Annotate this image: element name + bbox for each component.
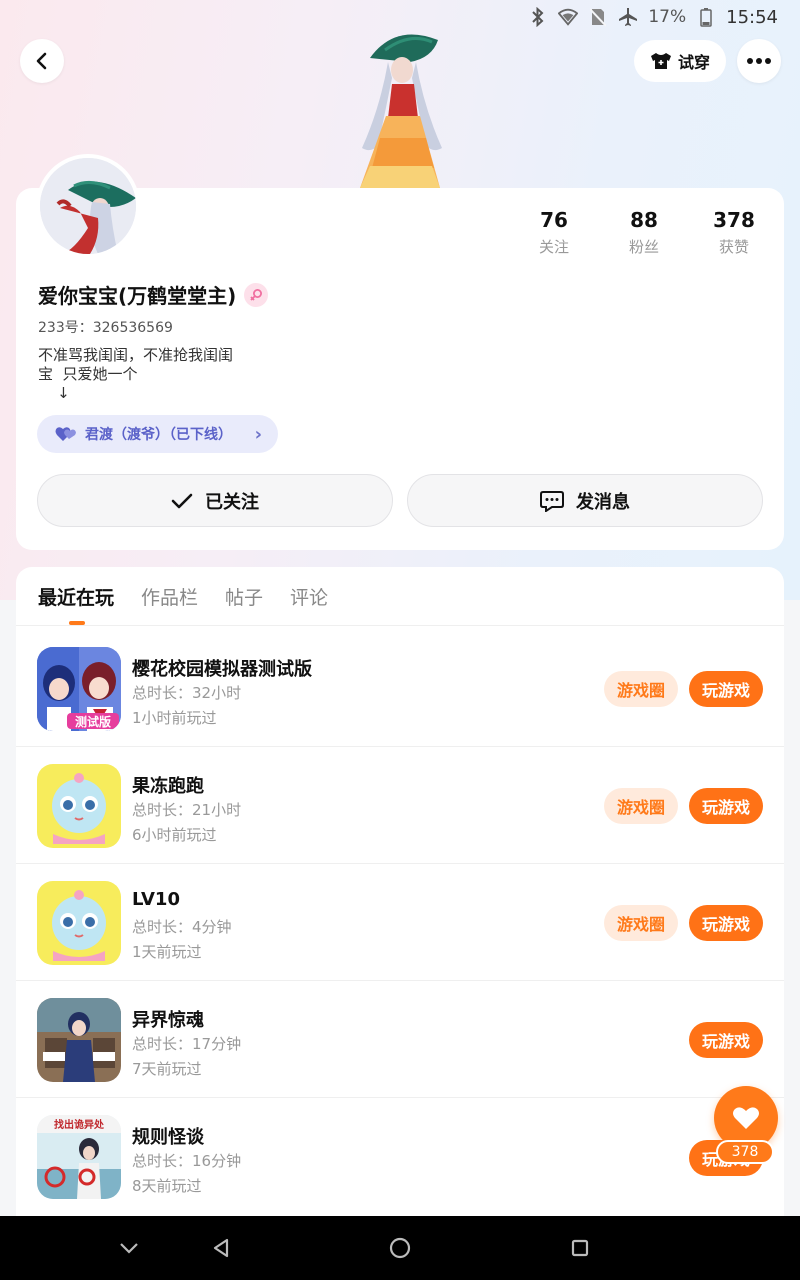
game-icon-jelly-run (37, 764, 121, 848)
play-game-button[interactable]: 玩游戏 (689, 671, 763, 707)
game-last-played: 1天前玩过 (132, 943, 202, 961)
heart-icon (733, 1107, 759, 1129)
play-game-button[interactable]: 玩游戏 (689, 1022, 763, 1058)
game-last-played: 7天前玩过 (132, 1060, 202, 1078)
game-title: LV10 (132, 889, 180, 910)
clock: 15:54 (726, 6, 778, 28)
try-on-button[interactable]: 试穿 (634, 40, 726, 82)
stat-following[interactable]: 76 关注 (514, 208, 594, 257)
game-row[interactable]: 测试版 樱花校园模拟器测试版 总时长：32小时 1小时前玩过 游戏圈 玩游戏 (16, 630, 784, 747)
message-label: 发消息 (576, 491, 630, 513)
nav-recents-button[interactable] (568, 1236, 592, 1260)
stat-following-label: 关注 (538, 238, 569, 256)
message-button[interactable]: 发消息 (407, 474, 763, 527)
game-last-played: 1小时前玩过 (132, 709, 217, 727)
costume-figure-image[interactable] (340, 28, 460, 188)
stat-fans-value: 88 (630, 208, 658, 232)
stat-fans[interactable]: 88 粉丝 (604, 208, 684, 257)
chevron-left-icon (36, 52, 47, 70)
battery-icon (696, 7, 716, 27)
like-count: 378 (716, 1140, 774, 1164)
game-duration: 总时长：4分钟 (132, 918, 232, 936)
back-button[interactable] (20, 39, 64, 83)
triangle-back-icon (213, 1238, 229, 1258)
no-sim-icon (588, 7, 608, 27)
nav-collapse-button[interactable] (117, 1236, 141, 1260)
tabs-divider (16, 625, 784, 626)
followed-label: 已关注 (205, 491, 259, 513)
game-title: 异界惊魂 (132, 1010, 204, 1031)
game-duration: 总时长：21小时 (132, 801, 242, 819)
airplane-icon (618, 7, 638, 27)
tab-bar: 最近在玩 作品栏 帖子 评论 (38, 583, 328, 610)
wifi-icon (558, 7, 579, 27)
game-duration: 总时长：16分钟 (132, 1152, 242, 1170)
battery-percent: 17% (648, 7, 687, 27)
game-duration: 总时长：32小时 (132, 684, 242, 702)
followed-button[interactable]: 已关注 (37, 474, 393, 527)
nav-back-button[interactable] (209, 1236, 233, 1260)
avatar[interactable] (36, 154, 140, 258)
game-row[interactable]: 找出诡异处 规则怪谈 总时长：16分钟 8天前玩过 玩游戏 (16, 1098, 784, 1215)
check-icon (171, 493, 193, 508)
double-heart-icon (55, 427, 76, 441)
female-icon (244, 282, 269, 307)
square-recents-icon (571, 1239, 589, 1257)
game-last-played: 8天前玩过 (132, 1177, 202, 1195)
game-icon-rules-horror: 找出诡异处 (37, 1115, 121, 1199)
cp-chip-label: 君渡（渡爷）（已下线） (85, 427, 232, 443)
cp-relationship-chip[interactable]: 君渡（渡爷）（已下线） › (37, 415, 278, 453)
sakura-badge-text: 测试版 (75, 714, 111, 729)
chevron-down-icon (120, 1243, 138, 1254)
stat-fans-label: 粉丝 (628, 238, 659, 256)
stat-likes-value: 378 (713, 208, 755, 232)
game-circle-button[interactable]: 游戏圈 (604, 788, 678, 824)
game-icon-sakura: 测试版 (37, 647, 121, 731)
game-title: 果冻跑跑 (132, 776, 204, 797)
game-circle-button[interactable]: 游戏圈 (604, 671, 678, 707)
game-title: 樱花校园模拟器测试版 (132, 659, 312, 680)
game-icon-otherworld (37, 998, 121, 1082)
username: 爱你宝宝(万鹤堂堂主) (38, 284, 237, 308)
stat-likes-label: 获赞 (718, 238, 749, 256)
game-duration: 总时长：17分钟 (132, 1035, 242, 1053)
game-last-played: 6小时前玩过 (132, 826, 217, 844)
game-row[interactable]: 果冻跑跑 总时长：21小时 6小时前玩过 游戏圈 玩游戏 (16, 747, 784, 864)
tab-comments[interactable]: 评论 (290, 583, 328, 610)
game-circle-button[interactable]: 游戏圈 (604, 905, 678, 941)
more-dots-icon (747, 58, 771, 64)
nav-home-button[interactable] (388, 1236, 412, 1260)
user-id: 233号：326536569 (38, 320, 173, 336)
rules-banner-text: 找出诡异处 (54, 1118, 105, 1131)
circle-home-icon (389, 1237, 411, 1259)
play-game-button[interactable]: 玩游戏 (689, 788, 763, 824)
bluetooth-icon (528, 7, 548, 27)
game-title: 规则怪谈 (132, 1127, 204, 1148)
play-game-button[interactable]: 玩游戏 (689, 905, 763, 941)
more-button[interactable] (737, 39, 781, 83)
stat-likes[interactable]: 378 获赞 (694, 208, 774, 257)
shirt-icon (650, 53, 671, 69)
system-nav-bar (0, 1216, 800, 1280)
try-on-label: 试穿 (677, 53, 710, 72)
stat-following-value: 76 (540, 208, 568, 232)
game-row[interactable]: 异界惊魂 总时长：17分钟 7天前玩过 玩游戏 (16, 981, 784, 1098)
chat-icon (540, 490, 564, 512)
tab-recently-played[interactable]: 最近在玩 (38, 583, 114, 610)
chevron-right-icon: › (254, 423, 262, 445)
game-row[interactable]: LV10 总时长：4分钟 1天前玩过 游戏圈 玩游戏 (16, 864, 784, 981)
tab-works[interactable]: 作品栏 (141, 583, 198, 610)
bio: 不准骂我闺闺，不准抢我闺闺 宝 只爱她一个 ↓ (38, 346, 234, 402)
tab-posts[interactable]: 帖子 (225, 583, 263, 610)
game-icon-lv10 (37, 881, 121, 965)
username-row: 爱你宝宝(万鹤堂堂主) (38, 280, 269, 309)
